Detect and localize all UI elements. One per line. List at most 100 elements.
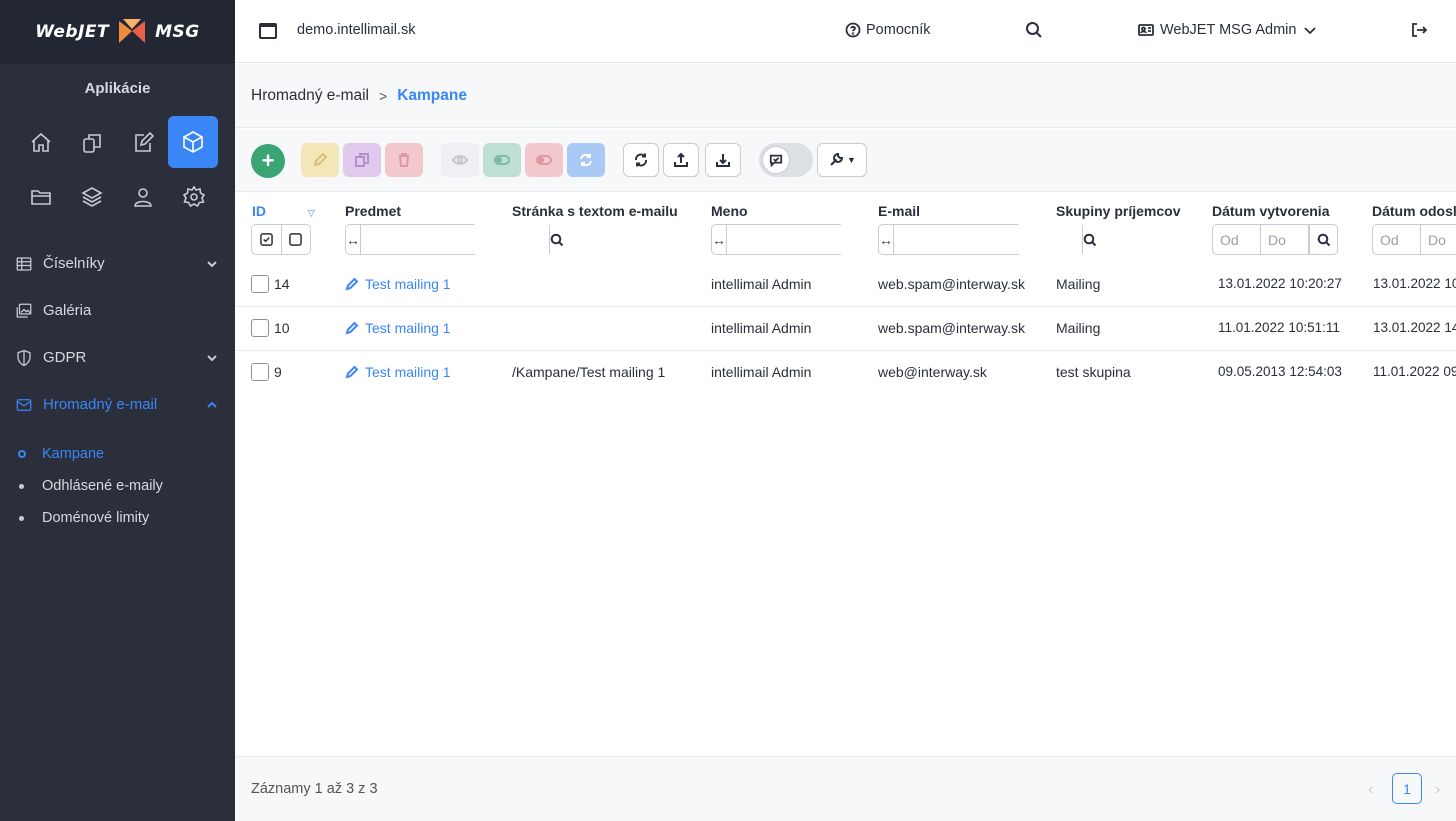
email-filter-search-button[interactable] [1082,225,1097,254]
row-checkbox[interactable] [251,363,269,381]
breadcrumb-parent[interactable]: Hromadný e-mail [251,87,369,105]
cell-subject-link[interactable]: Test mailing 1 [345,364,451,380]
domain-selector[interactable]: demo.intellimail.sk [297,22,415,38]
submenu-item-kampane[interactable]: Kampane [0,438,235,470]
upload-icon [674,152,688,167]
table-row[interactable]: 10 Test mailing 1 intellimail Admin web.… [235,307,1456,351]
toggle-knob [762,146,790,174]
pencil-icon [345,365,359,379]
top-bar: demo.intellimail.sk Pomocník WebJET MSG … [235,0,1456,63]
logo-left-text: WebJET [35,22,110,42]
column-header-page[interactable]: Stránka s textom e-mailu [512,203,678,219]
preview-button[interactable] [441,143,479,177]
settings-dropdown-button[interactable]: ▼ [817,143,867,177]
table-row[interactable]: 9 Test mailing 1 /Kampane/Test mailing 1… [235,351,1456,395]
column-header-subject[interactable]: Predmet [345,203,401,219]
reload-button[interactable] [623,143,659,177]
filter-mode-icon[interactable]: ↔ [346,225,361,254]
chevron-up-icon [207,401,217,408]
sidebar-item-ciselniky[interactable]: Číselníky [0,240,235,287]
eye-icon [452,155,468,165]
plus-icon: + [261,148,275,173]
apps-cube-icon[interactable] [168,116,218,168]
import-button[interactable] [705,143,741,177]
breadcrumb-current: Kampane [397,86,467,104]
duplicate-button[interactable] [343,143,381,177]
search-button[interactable] [1025,21,1043,42]
pagination-prev-icon[interactable]: ‹ [1368,781,1373,799]
add-button[interactable]: + [251,144,285,178]
sent-date-to[interactable]: Do [1421,225,1456,254]
row-checkbox[interactable] [251,319,269,337]
stop-campaign-button[interactable] [525,143,563,177]
pagination-next-icon[interactable]: › [1435,781,1440,799]
filter-mode-icon[interactable]: ↔ [712,225,727,254]
edit-button[interactable] [301,143,339,177]
records-info: Záznamy 1 až 3 z 3 [251,781,378,797]
layers-icon[interactable] [66,170,117,224]
cell-id: 14 [274,276,290,292]
export-button[interactable] [663,143,699,177]
row-checkbox[interactable] [251,275,269,293]
pencil-icon [345,321,359,335]
created-date-to[interactable]: Do [1261,225,1309,254]
cell-groups: Mailing [1056,320,1101,336]
email-filter-input[interactable] [894,225,1082,254]
user-icon[interactable] [117,170,168,224]
help-link[interactable]: Pomocník [845,22,930,38]
multi-select-toggle[interactable] [759,143,813,177]
submenu-item-label: Doménové limity [42,510,150,526]
bullet-dot-icon [19,516,24,521]
copy-pages-icon[interactable] [66,116,117,170]
cell-id: 9 [274,364,282,380]
cell-email: web@interway.sk [878,364,987,380]
column-header-created[interactable]: Dátum vytvorenia [1212,203,1329,219]
sent-date-from[interactable]: Od [1373,225,1421,254]
subject-text: Test mailing 1 [365,276,451,292]
delete-button[interactable] [385,143,423,177]
start-campaign-button[interactable] [483,143,521,177]
cell-name: intellimail Admin [711,276,812,292]
filter-mode-icon[interactable]: ↔ [879,225,894,254]
user-menu[interactable]: WebJET MSG Admin [1138,22,1318,38]
edit-icon[interactable] [117,116,168,170]
column-header-name[interactable]: Meno [711,203,748,219]
cell-subject-link[interactable]: Test mailing 1 [345,276,451,292]
logo-mark-icon [117,17,147,47]
message-check-icon [769,154,783,167]
table-row[interactable]: 14 Test mailing 1 intellimail Admin web.… [235,263,1456,307]
sidebar-item-hromadny-email[interactable]: Hromadný e-mail [0,381,235,428]
logo[interactable]: WebJET MSG [0,0,235,64]
deselect-all-button[interactable] [282,225,311,254]
column-header-groups[interactable]: Skupiny príjemcov [1056,203,1180,219]
settings-gear-icon[interactable] [168,170,219,224]
campaigns-table: ID ▽ Predmet Stránka s textom e-mailu Me… [235,193,1456,755]
select-all-button[interactable] [252,225,282,254]
cell-subject-link[interactable]: Test mailing 1 [345,320,451,336]
home-icon[interactable] [15,116,66,170]
submenu-item-odhlasene-emaily[interactable]: Odhlásené e-maily [0,470,235,502]
sidebar-item-label: Číselníky [43,255,105,272]
datatable-toolbar: + ▼ [235,129,1456,192]
subject-filter-search-button[interactable] [549,225,564,254]
sidebar-item-gdpr[interactable]: GDPR [0,334,235,381]
folder-icon[interactable] [15,170,66,224]
sidebar-item-galeria[interactable]: Galéria [0,287,235,334]
active-dot-icon [18,450,26,458]
resend-button[interactable] [567,143,605,177]
column-header-id[interactable]: ID ▽ [252,203,315,219]
created-date-search-button[interactable] [1309,225,1337,254]
logout-button[interactable] [1410,21,1428,42]
created-date-from[interactable]: Od [1213,225,1261,254]
subject-filter-input[interactable] [361,225,549,254]
created-date-filter: Od Do [1212,224,1338,255]
sort-desc-icon: ▽ [307,208,315,218]
refresh-icon [635,153,647,167]
column-header-sent[interactable]: Dátum odosl [1372,203,1456,219]
column-header-email[interactable]: E-mail [878,203,920,219]
window-icon[interactable] [259,23,277,39]
pagination-page-current[interactable]: 1 [1392,773,1422,804]
submenu-item-domenove-limity[interactable]: Doménové limity [0,502,235,534]
column-header-label: ID [252,203,266,219]
submenu-item-label: Kampane [42,446,105,462]
